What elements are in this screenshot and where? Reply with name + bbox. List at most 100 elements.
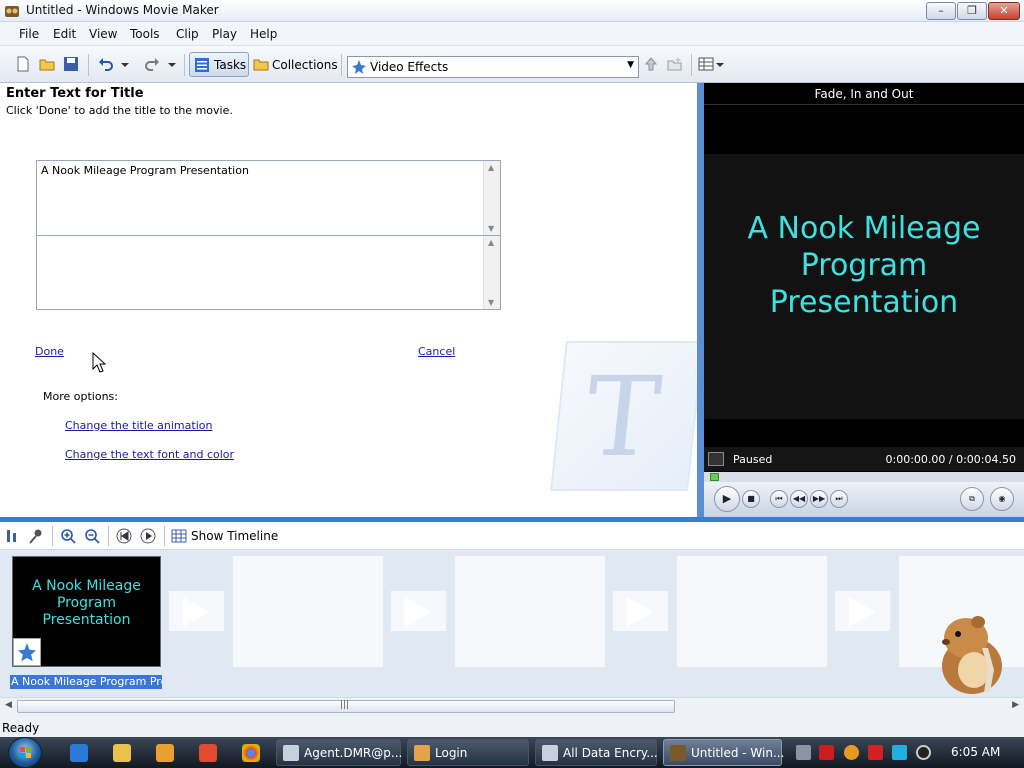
done-link[interactable]: Done: [35, 345, 64, 358]
maximize-button[interactable]: ❐: [957, 2, 987, 20]
status-text: Ready: [2, 721, 40, 735]
next-frame-button[interactable]: ⏭: [830, 490, 848, 508]
rewind-storyboard-icon[interactable]: [116, 528, 132, 544]
taskbar-button[interactable]: All Data Encry...: [535, 739, 658, 766]
play-button[interactable]: ▶: [714, 486, 740, 512]
redo-dropdown-icon[interactable]: [167, 56, 177, 72]
windows-logo-icon: [20, 747, 31, 758]
playback-controls: ▶ ■ ⏮ ◀◀ ▶▶ ⏭ ⧉ ◉: [704, 482, 1024, 517]
title-text-input[interactable]: A Nook Mileage Program Presentation ▲ ▼: [36, 160, 501, 236]
scrollbar-thumb[interactable]: |||: [17, 700, 675, 713]
change-title-animation-link[interactable]: Change the title animation: [65, 419, 212, 432]
title-bar: Untitled - Windows Movie Maker – ❐ ✕: [0, 0, 1024, 22]
transition-slot[interactable]: [834, 590, 891, 632]
seek-thumb[interactable]: [710, 473, 719, 481]
play-storyboard-icon[interactable]: [140, 528, 156, 544]
subtitle-text-input[interactable]: ▲ ▼: [36, 235, 501, 310]
close-button[interactable]: ✕: [988, 2, 1020, 20]
collections-folder-icon[interactable]: [253, 56, 269, 72]
new-project-icon[interactable]: [15, 56, 31, 72]
taskbar-button-active[interactable]: Untitled - Win...: [663, 739, 784, 766]
undo-dropdown-icon[interactable]: [120, 56, 130, 72]
clip-caption[interactable]: A Nook Mileage Program Pres...: [10, 675, 162, 689]
show-timeline-icon[interactable]: [171, 528, 187, 544]
title-text-scrollbar[interactable]: ▲ ▼: [483, 161, 500, 235]
taskbar-button[interactable]: Login: [407, 739, 529, 766]
take-picture-button[interactable]: ◉: [990, 487, 1014, 511]
preview-monitor: Fade, In and Out A Nook Mileage Program …: [704, 83, 1024, 517]
cancel-link[interactable]: Cancel: [418, 345, 455, 358]
collections-dropdown[interactable]: Video Effects ▼: [347, 56, 639, 78]
chevron-down-icon: ▼: [627, 60, 634, 70]
internet-explorer-icon[interactable]: [70, 744, 88, 762]
undo-icon[interactable]: [98, 56, 114, 72]
movie-maker-app-icon[interactable]: [4, 3, 20, 19]
menu-play[interactable]: Play: [212, 27, 237, 41]
empty-clip-slot[interactable]: [454, 555, 606, 668]
toolbar-separator: [108, 526, 109, 546]
clock[interactable]: 6:05 AM: [951, 745, 1000, 759]
seek-bar[interactable]: [704, 472, 1024, 482]
rewind-button[interactable]: ◀◀: [790, 490, 808, 508]
empty-clip-slot[interactable]: [676, 555, 828, 668]
tray-flag-icon[interactable]: [868, 745, 883, 760]
zoom-out-icon[interactable]: [84, 528, 100, 544]
full-screen-icon[interactable]: [708, 452, 724, 466]
media-player-icon[interactable]: [156, 744, 174, 762]
subtitle-text-scrollbar[interactable]: ▲ ▼: [483, 236, 500, 309]
menu-view[interactable]: View: [89, 27, 117, 41]
save-project-icon[interactable]: [63, 56, 79, 72]
storyboard-scrollbar[interactable]: ◀ ||| ▶: [0, 697, 1024, 715]
scroll-left-icon[interactable]: ◀: [5, 700, 12, 710]
toolbar-separator: [164, 526, 165, 546]
collections-button[interactable]: Collections: [272, 58, 338, 72]
tasks-label: Tasks: [214, 58, 247, 72]
stop-button[interactable]: ■: [742, 490, 760, 508]
change-font-color-link[interactable]: Change the text font and color: [65, 448, 234, 461]
fast-forward-button[interactable]: ▶▶: [810, 490, 828, 508]
up-one-level-icon[interactable]: [643, 56, 659, 72]
split-clip-button[interactable]: ⧉: [960, 487, 984, 511]
transition-slot[interactable]: [390, 590, 447, 632]
narrate-timeline-icon[interactable]: [28, 528, 44, 544]
chrome-icon[interactable]: [242, 744, 260, 762]
set-audio-levels-icon[interactable]: [4, 528, 20, 544]
storyboard-clip[interactable]: A Nook Mileage Program Presentation: [12, 556, 161, 667]
new-collection-folder-icon[interactable]: [667, 56, 683, 72]
views-icon[interactable]: [698, 56, 714, 72]
desktop-pet-hamster-icon[interactable]: [930, 608, 1010, 696]
zoom-in-icon[interactable]: [60, 528, 76, 544]
menu-file[interactable]: File: [19, 27, 39, 41]
tasks-button[interactable]: Tasks: [189, 52, 249, 77]
redo-icon[interactable]: [144, 56, 160, 72]
start-button[interactable]: [8, 737, 42, 768]
tray-volume-icon[interactable]: [916, 745, 931, 760]
transition-slot[interactable]: [168, 590, 225, 632]
task-pane: T Enter Text for Title Click 'Done' to a…: [0, 83, 697, 517]
taskbar-button[interactable]: Agent.DMR@p...: [276, 739, 402, 766]
minimize-button[interactable]: –: [926, 2, 956, 20]
open-project-icon[interactable]: [39, 56, 55, 72]
menu-help[interactable]: Help: [250, 27, 277, 41]
menu-clip[interactable]: Clip: [176, 27, 199, 41]
previous-frame-button[interactable]: ⏮: [770, 490, 788, 508]
more-options-label: More options:: [43, 390, 118, 403]
tray-antivirus-icon[interactable]: [819, 745, 834, 760]
scroll-right-icon[interactable]: ▶: [1012, 700, 1019, 710]
collections-dropdown-value: Video Effects: [370, 60, 449, 74]
empty-clip-slot[interactable]: [232, 555, 384, 668]
views-dropdown-icon[interactable]: [715, 56, 725, 72]
tray-network-icon[interactable]: [796, 745, 811, 760]
tray-search-icon[interactable]: [844, 745, 859, 760]
movie-maker-quicklaunch-icon[interactable]: [199, 744, 217, 762]
menu-edit[interactable]: Edit: [53, 27, 76, 41]
transition-slot[interactable]: [612, 590, 669, 632]
pane-divider[interactable]: [697, 83, 704, 517]
show-timeline-button[interactable]: Show Timeline: [191, 529, 278, 543]
menu-tools[interactable]: Tools: [130, 27, 160, 41]
status-bar: Ready: [0, 715, 1024, 737]
windows-explorer-icon[interactable]: [113, 744, 131, 762]
toolbar-separator: [691, 54, 692, 76]
preview-screen: A Nook Mileage Program Presentation: [704, 106, 1024, 446]
tray-display-icon[interactable]: [892, 745, 907, 760]
